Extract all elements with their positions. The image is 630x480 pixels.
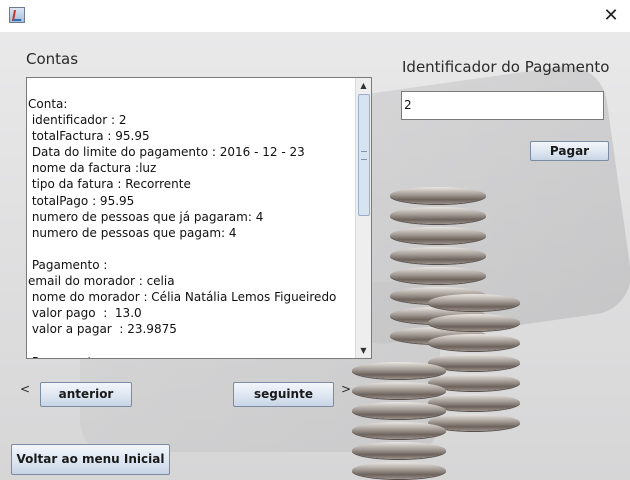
next-button[interactable]: seguinte <box>233 382 334 407</box>
account-details-text: Conta: identificador : 2 totalFactura : … <box>27 78 357 358</box>
payment-id-input[interactable]: 2 <box>401 91 604 120</box>
account-text-line: Conta: <box>28 97 68 111</box>
account-text-line: totalFactura : 95.95 <box>28 129 150 144</box>
scrollbar-thumb[interactable] <box>358 94 370 216</box>
account-details-textarea[interactable]: Conta: identificador : 2 totalFactura : … <box>26 77 372 359</box>
account-text-line: numero de pessoas que já pagaram: 4 <box>28 209 264 224</box>
scroll-down-arrow-icon[interactable]: ▼ <box>356 343 371 358</box>
next-symbol: > <box>341 382 352 396</box>
account-text-line: numero de pessoas que pagam: 4 <box>28 225 237 240</box>
account-text-line: totalPago : 95.95 <box>28 193 135 208</box>
pay-button[interactable]: Pagar <box>530 141 609 161</box>
scrollbar-grip-icon <box>361 151 367 160</box>
account-text-line: tipo da fatura : Recorrente <box>28 177 191 192</box>
close-button[interactable]: ✕ <box>596 3 626 29</box>
back-to-main-menu-button[interactable]: Voltar ao menu Inicial <box>11 444 170 475</box>
account-text-line: Data do limite do pagamento : 2016 - 12 … <box>28 145 305 160</box>
account-text-line: Pagamento : <box>28 354 357 359</box>
previous-button[interactable]: anterior <box>40 382 132 407</box>
contas-title: Contas <box>26 50 79 68</box>
scroll-up-arrow-icon[interactable]: ▲ <box>356 78 371 93</box>
vertical-scrollbar[interactable]: ▲ ▼ <box>355 78 371 358</box>
account-text-line <box>28 241 357 257</box>
previous-symbol: < <box>20 382 31 396</box>
account-text-line: nome da factura :luz <box>28 161 157 176</box>
payment-identifier-title: Identificador do Pagamento <box>402 58 610 76</box>
account-text-line: Pagamento : <box>28 257 108 272</box>
java-cup-icon <box>9 7 25 23</box>
close-icon: ✕ <box>603 5 619 26</box>
account-text-line: nome do morador : Célia Natália Lemos Fi… <box>28 290 337 305</box>
window-titlebar: ✕ <box>0 0 630 32</box>
account-text-line <box>28 337 357 353</box>
account-text-line: identificador : 2 <box>28 113 127 128</box>
account-text-line: valor a pagar : 23.9875 <box>28 322 177 337</box>
account-text-line: valor pago : 13.0 <box>28 306 142 321</box>
main-panel: Contas Identificador do Pagamento Conta:… <box>0 32 630 480</box>
account-text-line: email do morador : celia <box>28 274 175 289</box>
